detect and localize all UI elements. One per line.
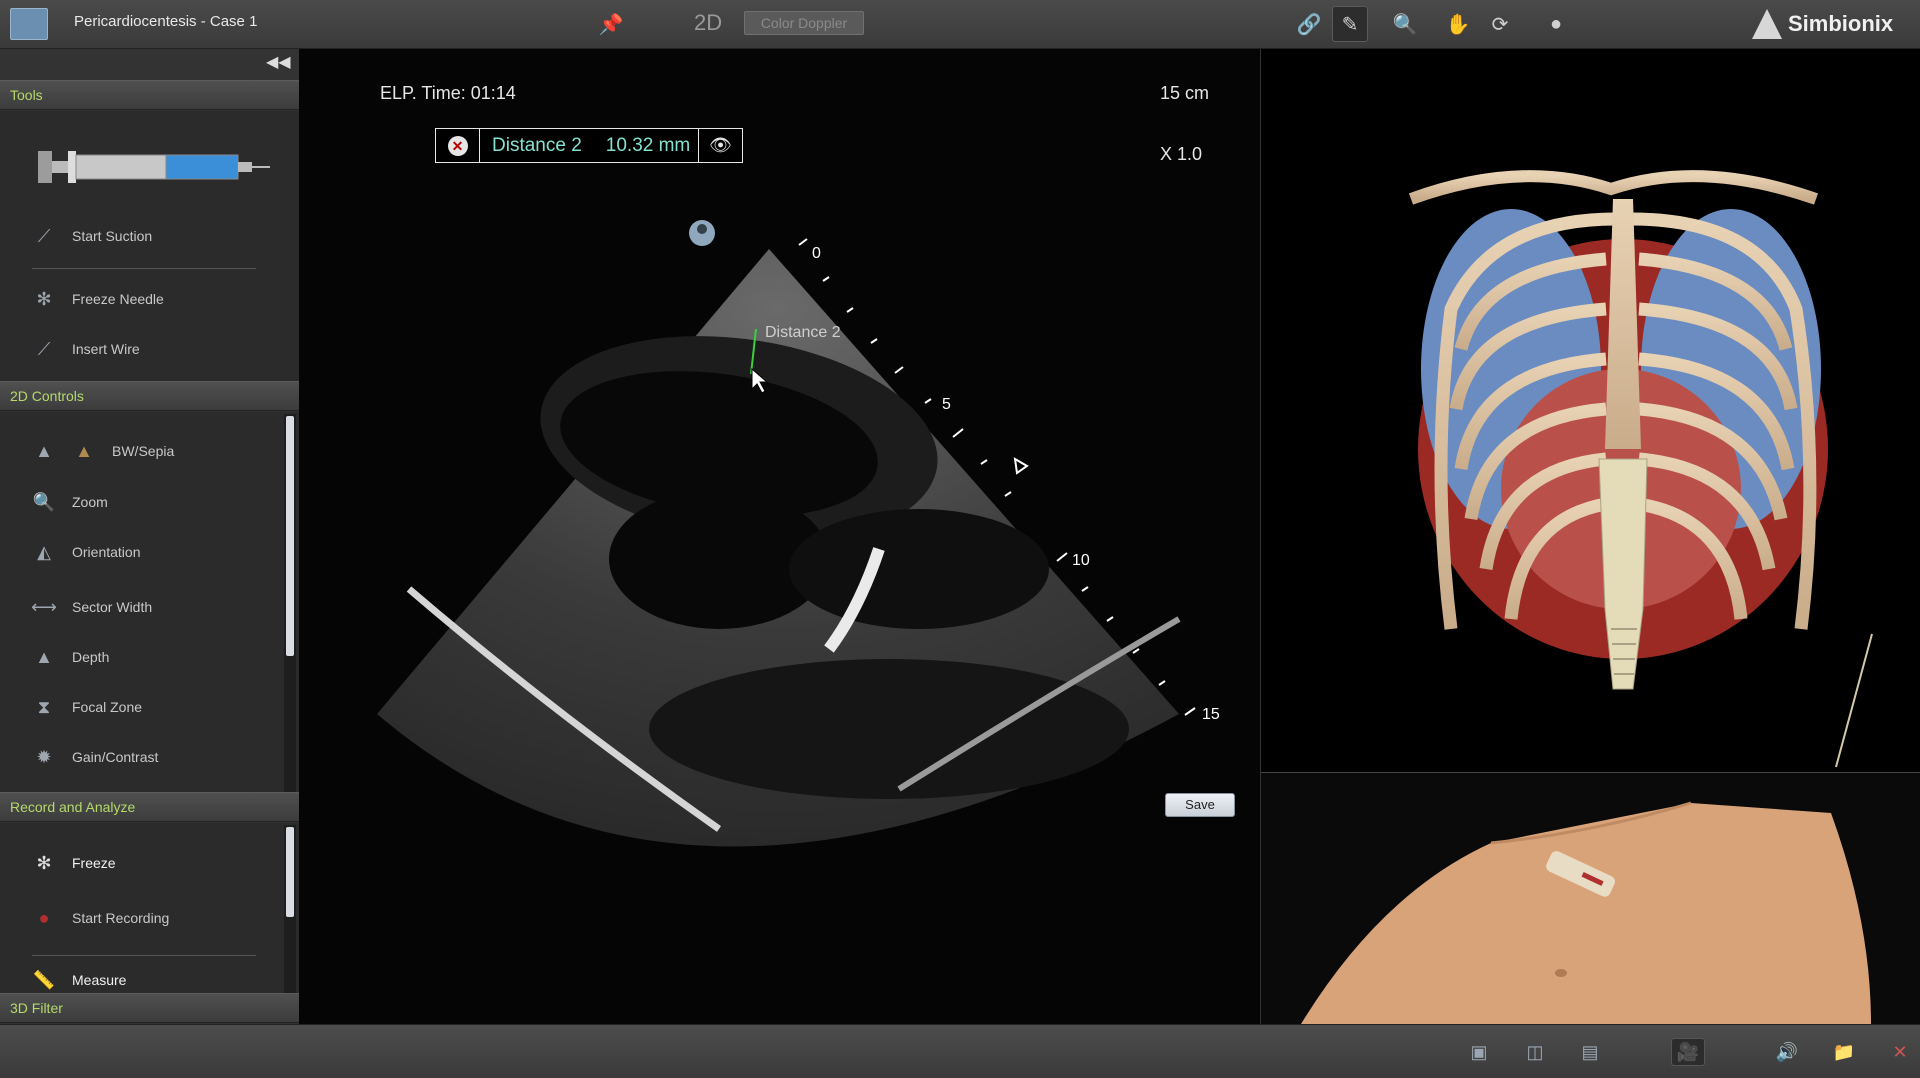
app-logo-icon[interactable] xyxy=(10,8,48,40)
anatomy-3d-view[interactable] xyxy=(1261,49,1920,772)
start-suction-button[interactable]: ⟋ Start Suction xyxy=(32,224,152,248)
controls-scroll-thumb[interactable] xyxy=(286,416,294,656)
depth-button[interactable]: ▲ Depth xyxy=(32,645,109,669)
case-title: Pericardiocentesis - Case 1 xyxy=(74,13,258,30)
bw-sepia-button[interactable]: ▲ ▲ BW/Sepia xyxy=(32,439,174,463)
record-scroll-thumb[interactable] xyxy=(286,827,294,917)
ruler-icon: 📏 xyxy=(32,969,56,990)
view-sphere-icon[interactable]: ● xyxy=(1538,6,1574,42)
syringe-icon[interactable] xyxy=(32,131,272,203)
caliper-label: Distance 2 xyxy=(765,324,841,341)
top-toolbar: Pericardiocentesis - Case 1 📌 2D Color D… xyxy=(0,0,1920,49)
focal-zone-label: Focal Zone xyxy=(72,699,143,715)
mode-2d-button[interactable]: 2D xyxy=(694,10,722,36)
needle-tool-icon[interactable]: ✎ xyxy=(1332,6,1368,42)
patient-torso-model[interactable] xyxy=(1261,773,1920,1024)
layout-multi-icon[interactable]: ▤ xyxy=(1573,1038,1607,1066)
3d-filter-header[interactable]: 3D Filter xyxy=(0,993,299,1023)
depth-icon: ▲ xyxy=(35,646,53,667)
freeze-needle-button[interactable]: ✻ Freeze Needle xyxy=(32,287,164,311)
rotate-icon[interactable]: ⟳ xyxy=(1482,6,1518,42)
bw-sepia-label: BW/Sepia xyxy=(112,443,175,459)
sepia-sector-icon: ▲ xyxy=(75,440,93,461)
orientation-label: Orientation xyxy=(72,544,141,560)
freeze-label: Freeze xyxy=(72,855,116,871)
gain-contrast-button[interactable]: ✹ Gain/Contrast xyxy=(32,745,158,769)
snowflake-icon: ✻ xyxy=(36,288,52,309)
insert-wire-label: Insert Wire xyxy=(72,341,140,357)
layout-split-icon[interactable]: ◫ xyxy=(1518,1038,1552,1066)
color-doppler-button[interactable]: Color Doppler xyxy=(744,11,864,35)
gain-icon: ✹ xyxy=(36,746,52,767)
wire-icon: ⟋ xyxy=(37,338,51,359)
patient-body-view[interactable] xyxy=(1261,773,1920,1024)
pin-icon[interactable]: 📌 xyxy=(593,6,629,42)
tools-header[interactable]: Tools xyxy=(0,80,299,110)
zoom-icon: 🔍 xyxy=(32,491,56,512)
link-icon[interactable]: 🔗 xyxy=(1291,6,1327,42)
ultrasound-sector[interactable]: Distance 2 0 5 10 15 xyxy=(299,49,1260,1024)
start-recording-label: Start Recording xyxy=(72,910,170,926)
needle-line xyxy=(1835,633,1873,768)
zoom-button[interactable]: 🔍 Zoom xyxy=(32,490,108,514)
zoom-label: Zoom xyxy=(72,494,108,510)
brand-name: Simbionix xyxy=(1788,11,1894,36)
snowflake-icon: ✻ xyxy=(36,852,52,873)
pan-hand-icon[interactable]: ✋ xyxy=(1440,6,1476,42)
depth-tick-5: 5 xyxy=(942,396,951,413)
freeze-button[interactable]: ✻ Freeze xyxy=(32,851,116,875)
sector-width-label: Sector Width xyxy=(72,599,153,615)
depth-tick-0: 0 xyxy=(812,245,821,262)
record-analyze-header[interactable]: Record and Analyze xyxy=(0,792,299,822)
layout-single-icon[interactable]: ▣ xyxy=(1462,1038,1496,1066)
syringe-suction-icon: ⟋ xyxy=(37,225,51,246)
brand-logo: Simbionix xyxy=(1752,9,1893,39)
sector-width-icon: ⟷ xyxy=(31,596,57,617)
depth-label: Depth xyxy=(72,649,110,665)
focal-zone-button[interactable]: ⧗ Focal Zone xyxy=(32,695,142,719)
ribcage-model[interactable] xyxy=(1261,49,1920,772)
bottom-toolbar: ▣ ◫ ▤ 🎥 🔊 📁 ✕ xyxy=(0,1024,1920,1078)
exit-icon[interactable]: ✕ xyxy=(1883,1038,1917,1066)
folder-icon[interactable]: 📁 xyxy=(1827,1038,1861,1066)
collapse-sidebar-icon[interactable]: ◀◀ xyxy=(266,52,291,72)
depth-tick-10: 10 xyxy=(1072,552,1090,569)
measure-label: Measure xyxy=(72,972,127,988)
sector-icon: ▲ xyxy=(35,440,53,461)
depth-tick-15: 15 xyxy=(1202,706,1220,723)
start-suction-label: Start Suction xyxy=(72,228,153,244)
brand-icon xyxy=(1752,9,1782,39)
focal-zone-marker-icon[interactable] xyxy=(1013,457,1029,475)
orientation-icon: ◭ xyxy=(37,541,51,562)
start-recording-button[interactable]: ● Start Recording xyxy=(32,906,170,930)
search-icon[interactable]: 🔍 xyxy=(1387,6,1423,42)
2d-controls-header[interactable]: 2D Controls xyxy=(0,381,299,411)
freeze-needle-label: Freeze Needle xyxy=(72,291,164,307)
gain-contrast-label: Gain/Contrast xyxy=(72,749,159,765)
record-icon: ● xyxy=(38,907,50,928)
sector-width-button[interactable]: ⟷ Sector Width xyxy=(31,595,153,619)
measure-button[interactable]: 📏 Measure xyxy=(32,968,127,992)
depth-tick xyxy=(952,428,964,438)
insert-wire-button[interactable]: ⟋ Insert Wire xyxy=(32,337,140,361)
camera-icon[interactable]: 🎥 xyxy=(1671,1038,1705,1066)
save-button[interactable]: Save xyxy=(1165,793,1235,817)
tools-divider xyxy=(32,268,256,269)
focal-zone-icon: ⧗ xyxy=(37,696,51,717)
speaker-icon[interactable]: 🔊 xyxy=(1770,1038,1804,1066)
record-divider xyxy=(32,955,256,956)
orientation-button[interactable]: ◭ Orientation xyxy=(32,540,140,564)
